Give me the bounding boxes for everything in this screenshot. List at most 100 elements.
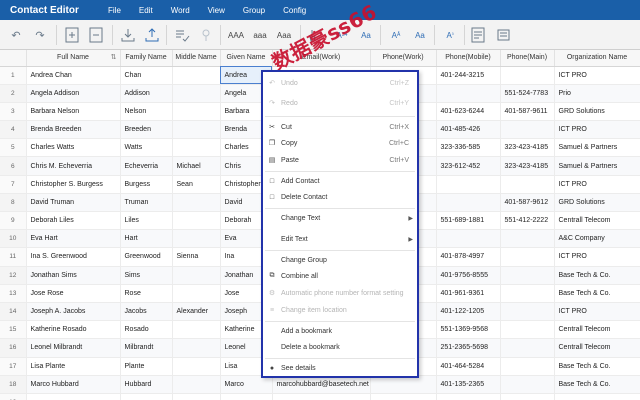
cell-organization[interactable]: Samuel & Partners	[554, 156, 640, 176]
cell-phone-main[interactable]: 551-412-2222	[500, 211, 555, 231]
settings-icon[interactable]	[494, 25, 514, 45]
cell-full-name[interactable]: Barbara Nelson	[26, 102, 121, 122]
menu-delete-contact[interactable]: □ Delete Contact	[263, 190, 417, 204]
row-number[interactable]: 1	[0, 66, 27, 85]
cell-full-name[interactable]: Lisa Plante	[26, 357, 121, 376]
menu-add-bookmark[interactable]: Add a bookmark	[263, 324, 417, 338]
cell-phone-main[interactable]	[500, 284, 555, 303]
export-icon[interactable]	[142, 25, 162, 45]
cell-middle-name[interactable]	[172, 357, 221, 376]
cell-full-name[interactable]	[26, 393, 121, 400]
table-row[interactable]: 19	[0, 393, 640, 400]
cell-phone-main[interactable]	[500, 357, 555, 376]
cell-organization[interactable]: ICT PRO	[554, 175, 640, 194]
row-number[interactable]: 6	[0, 156, 27, 176]
cell-middle-name[interactable]	[172, 338, 221, 358]
cell-phone-mobile[interactable]: 401-244-3215	[436, 66, 501, 85]
cell-phone-mobile[interactable]: 401-9756-8555	[436, 266, 501, 285]
superscript-button[interactable]: A³	[440, 25, 460, 45]
cell-phone-mobile[interactable]	[436, 193, 501, 213]
cell-middle-name[interactable]	[172, 211, 221, 231]
cell-family-name[interactable]: Nelson	[120, 102, 173, 122]
cell-full-name[interactable]: Jose Rose	[26, 284, 121, 303]
row-number[interactable]: 4	[0, 120, 27, 140]
cell-phone-mobile[interactable]	[436, 393, 501, 400]
cell-middle-name[interactable]	[172, 120, 221, 140]
menu-word[interactable]: Word	[171, 6, 190, 15]
cell-middle-name[interactable]: Sienna	[172, 247, 221, 267]
menu-edit[interactable]: Edit	[139, 6, 153, 15]
cell-full-name[interactable]: Katherine Rosado	[26, 320, 121, 340]
cell-middle-name[interactable]	[172, 266, 221, 285]
cell-middle-name[interactable]	[172, 284, 221, 303]
delete-contact-icon[interactable]	[86, 25, 106, 45]
cell-organization[interactable]: Base Tech & Co.	[554, 266, 640, 285]
cell-full-name[interactable]: Deborah Liles	[26, 211, 121, 231]
cell-full-name[interactable]: Brenda Breeden	[26, 120, 121, 140]
row-number[interactable]: 2	[0, 84, 27, 103]
cell-family-name[interactable]: Rosado	[120, 320, 173, 340]
row-number[interactable]: 10	[0, 229, 27, 249]
cell-full-name[interactable]: Ina S. Greenwood	[26, 247, 121, 267]
row-number[interactable]: 9	[0, 211, 27, 231]
cell-full-name[interactable]: Charles Watts	[26, 138, 121, 158]
menu-paste[interactable]: ▤ Paste Ctrl+V	[263, 153, 417, 167]
cell-middle-name[interactable]	[172, 393, 221, 400]
menu-config[interactable]: Config	[283, 6, 306, 15]
cell-family-name[interactable]: Echeverria	[120, 156, 173, 176]
cell-phone-mobile[interactable]: 401-961-9361	[436, 284, 501, 303]
cell-phone-main[interactable]	[500, 302, 555, 322]
col-header-given-name[interactable]: Given Name	[220, 50, 273, 67]
cell-phone-main[interactable]	[500, 66, 555, 85]
row-number[interactable]: 11	[0, 247, 27, 267]
cell-phone-main[interactable]	[500, 393, 555, 400]
row-number[interactable]: 8	[0, 193, 27, 213]
cell-family-name[interactable]: Sims	[120, 266, 173, 285]
cell-middle-name[interactable]	[172, 102, 221, 122]
menu-add-contact[interactable]: □ Add Contact	[263, 174, 417, 188]
cell-phone-main[interactable]: 401-587-9611	[500, 102, 555, 122]
col-header-full-name[interactable]: Full Name ⇅	[26, 50, 121, 67]
cell-given-name[interactable]	[220, 393, 273, 400]
menu-delete-bookmark[interactable]: Delete a bookmark	[263, 340, 417, 354]
row-number[interactable]: 17	[0, 357, 27, 376]
menu-change-text[interactable]: Change Text ▶	[263, 211, 417, 225]
cell-phone-mobile[interactable]: 401-878-4997	[436, 247, 501, 267]
cell-organization[interactable]: Centrall Telecom	[554, 338, 640, 358]
cell-full-name[interactable]: Chris M. Echeverria	[26, 156, 121, 176]
cell-full-name[interactable]: Joseph A. Jacobs	[26, 302, 121, 322]
cell-phone-main[interactable]	[500, 320, 555, 340]
cell-family-name[interactable]: Greenwood	[120, 247, 173, 267]
row-number[interactable]: 15	[0, 320, 27, 340]
cell-middle-name[interactable]	[172, 375, 221, 394]
cell-organization[interactable]: Centrall Telecom	[554, 320, 640, 340]
uppercase-button[interactable]: AAA	[226, 25, 246, 45]
cell-phone-main[interactable]	[500, 229, 555, 249]
cell-organization[interactable]: Base Tech & Co.	[554, 357, 640, 376]
menu-group[interactable]: Group	[243, 6, 265, 15]
cell-phone-mobile[interactable]: 323-612-452	[436, 156, 501, 176]
cell-phone-main[interactable]: 551-524-7783	[500, 84, 555, 103]
cell-phone-main[interactable]	[500, 338, 555, 358]
col-header-phone-work[interactable]: Phone(Work)	[370, 50, 437, 67]
cell-organization[interactable]: GRD Solutions	[554, 102, 640, 122]
row-number[interactable]: 18	[0, 375, 27, 394]
cell-family-name[interactable]: Watts	[120, 138, 173, 158]
menu-undo[interactable]: ↶ Undo Ctrl+Z	[263, 76, 417, 90]
cell-organization[interactable]: ICT PRO	[554, 66, 640, 85]
cell-family-name[interactable]: Hart	[120, 229, 173, 249]
cell-organization[interactable]: Samuel & Partners	[554, 138, 640, 158]
cell-organization[interactable]: Prio	[554, 84, 640, 103]
cell-phone-mobile[interactable]: 551-1369-9568	[436, 320, 501, 340]
menu-file[interactable]: File	[108, 6, 121, 15]
cell-phone-main[interactable]	[500, 375, 555, 394]
cell-full-name[interactable]: Angela Addison	[26, 84, 121, 103]
cell-middle-name[interactable]: Alexander	[172, 302, 221, 322]
cell-organization[interactable]: ICT PRO	[554, 120, 640, 140]
cell-organization[interactable]: Centrall Telecom	[554, 211, 640, 231]
cell-middle-name[interactable]: Sean	[172, 175, 221, 194]
menu-change-group[interactable]: Change Group	[263, 253, 417, 267]
cell-organization[interactable]: ICT PRO	[554, 247, 640, 267]
cell-phone-mobile[interactable]	[436, 229, 501, 249]
row-number[interactable]: 19	[0, 393, 27, 400]
